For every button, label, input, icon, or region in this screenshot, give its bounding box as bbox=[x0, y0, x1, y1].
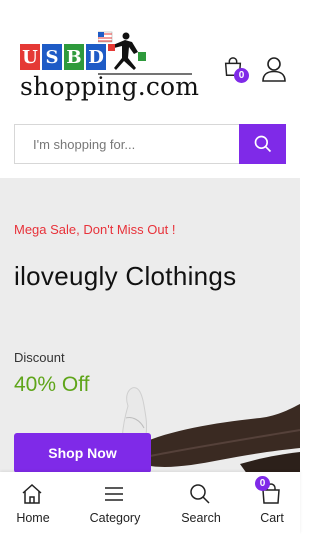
search-button[interactable] bbox=[239, 124, 286, 164]
search-input[interactable] bbox=[14, 124, 240, 164]
nav-search-label: Search bbox=[181, 511, 221, 525]
site-header: U S B D shopping.com 0 bbox=[0, 0, 300, 118]
shop-now-button[interactable]: Shop Now bbox=[14, 433, 151, 473]
hero-title: iloveugly Clothings bbox=[14, 261, 237, 291]
nav-item-category[interactable]: Category bbox=[85, 482, 145, 530]
hero-banner: Mega Sale, Don't Miss Out ! iloveugly Cl… bbox=[0, 178, 300, 478]
logo-tile-b: B bbox=[64, 44, 84, 70]
menu-icon bbox=[105, 487, 123, 501]
nav-category-label: Category bbox=[89, 511, 141, 525]
logo-tiles: U S B D bbox=[20, 44, 106, 70]
logo-tile-u: U bbox=[20, 44, 40, 70]
user-icon bbox=[262, 57, 286, 82]
discount-label: Discount bbox=[14, 350, 65, 365]
logo-wordmark: shopping.com bbox=[20, 72, 200, 101]
nav-item-home[interactable]: Home bbox=[3, 482, 63, 530]
discount-value: 40% Off bbox=[14, 373, 90, 396]
home-icon bbox=[22, 483, 42, 504]
account-button[interactable] bbox=[261, 56, 287, 82]
site-logo[interactable]: U S B D shopping.com bbox=[20, 30, 199, 104]
nav-cart-count-badge: 0 bbox=[255, 476, 270, 491]
nav-item-search[interactable]: Search bbox=[171, 482, 231, 530]
search-bar bbox=[14, 124, 286, 164]
cart-count-badge: 0 bbox=[234, 68, 249, 83]
sale-tagline: Mega Sale, Don't Miss Out ! bbox=[14, 222, 176, 237]
search-icon bbox=[190, 484, 210, 504]
nav-item-cart[interactable]: 0 Cart bbox=[242, 476, 302, 530]
logo-tile-s: S bbox=[42, 44, 62, 70]
nav-home-label: Home bbox=[16, 511, 50, 525]
header-cart-button[interactable]: 0 bbox=[222, 56, 249, 83]
bottom-navigation: Home Category Search 0 Cart bbox=[0, 472, 300, 534]
nav-cart-label: Cart bbox=[260, 511, 284, 525]
search-icon bbox=[254, 135, 271, 153]
